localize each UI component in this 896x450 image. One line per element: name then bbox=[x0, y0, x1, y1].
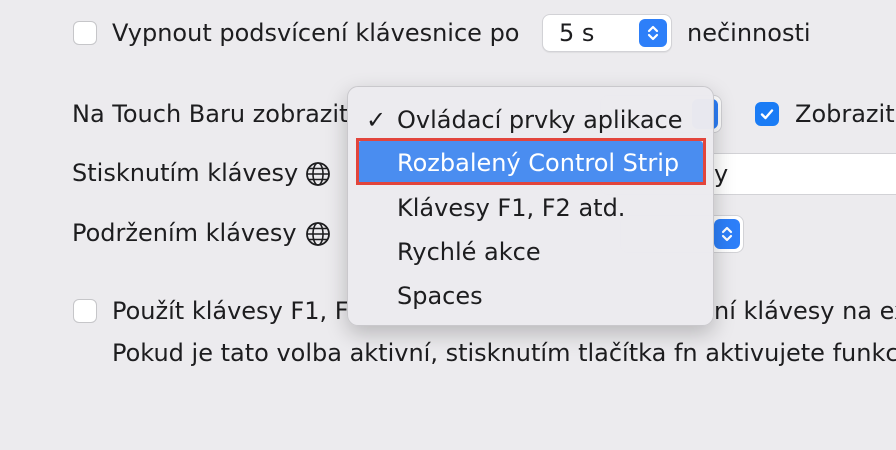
backlight-timeout-select[interactable]: 5 s bbox=[542, 14, 672, 52]
touchbar-show-label: Zobrazit bbox=[795, 100, 895, 128]
backlight-label: Vypnout podsvícení klávesnice po bbox=[112, 19, 520, 47]
hold-key-select-chevron-icon bbox=[714, 219, 740, 249]
globe-icon bbox=[305, 221, 331, 251]
touchbar-show-checkbox[interactable] bbox=[755, 102, 779, 126]
menu-item-label: Rychlé akce bbox=[397, 238, 541, 266]
backlight-after-label: nečinnosti bbox=[687, 19, 811, 47]
globe-icon bbox=[305, 161, 331, 191]
menu-item-expanded-control-strip[interactable]: Rozbalený Control Strip bbox=[358, 141, 703, 185]
fn-keys-description: Pokud je tato volba aktivní, stisknutím … bbox=[112, 339, 896, 367]
menu-item-label: Rozbalený Control Strip bbox=[397, 149, 680, 177]
press-key-select-value: y bbox=[714, 160, 729, 188]
menu-item-spaces[interactable]: Spaces bbox=[358, 274, 703, 318]
touchbar-label: Na Touch Baru zobrazit bbox=[72, 100, 349, 128]
backlight-timeout-value: 5 s bbox=[559, 19, 595, 47]
backlight-checkbox[interactable] bbox=[73, 21, 97, 45]
menu-item-function-keys[interactable]: Klávesy F1, F2 atd. bbox=[358, 186, 703, 230]
hold-key-label: Podržením klávesy bbox=[72, 219, 297, 247]
fn-keys-label-start: Použít klávesy F1, F bbox=[112, 297, 349, 325]
menu-item-app-controls[interactable]: ✓ Ovládací prvky aplikace bbox=[358, 98, 703, 142]
checkmark-icon: ✓ bbox=[366, 106, 387, 134]
menu-item-label: Ovládací prvky aplikace bbox=[397, 106, 683, 134]
stepper-arrows-icon bbox=[639, 19, 667, 47]
fn-keys-label-end: ní klávesy na ex bbox=[714, 297, 896, 325]
menu-item-label: Klávesy F1, F2 atd. bbox=[397, 194, 626, 222]
fn-keys-checkbox[interactable] bbox=[73, 299, 97, 323]
menu-item-quick-actions[interactable]: Rychlé akce bbox=[358, 230, 703, 274]
touchbar-dropdown-menu: ✓ Ovládací prvky aplikace Rozbalený Cont… bbox=[347, 86, 714, 326]
press-key-label: Stisknutím klávesy bbox=[72, 159, 299, 187]
checkmark-icon bbox=[760, 109, 774, 120]
menu-item-label: Spaces bbox=[397, 282, 483, 310]
